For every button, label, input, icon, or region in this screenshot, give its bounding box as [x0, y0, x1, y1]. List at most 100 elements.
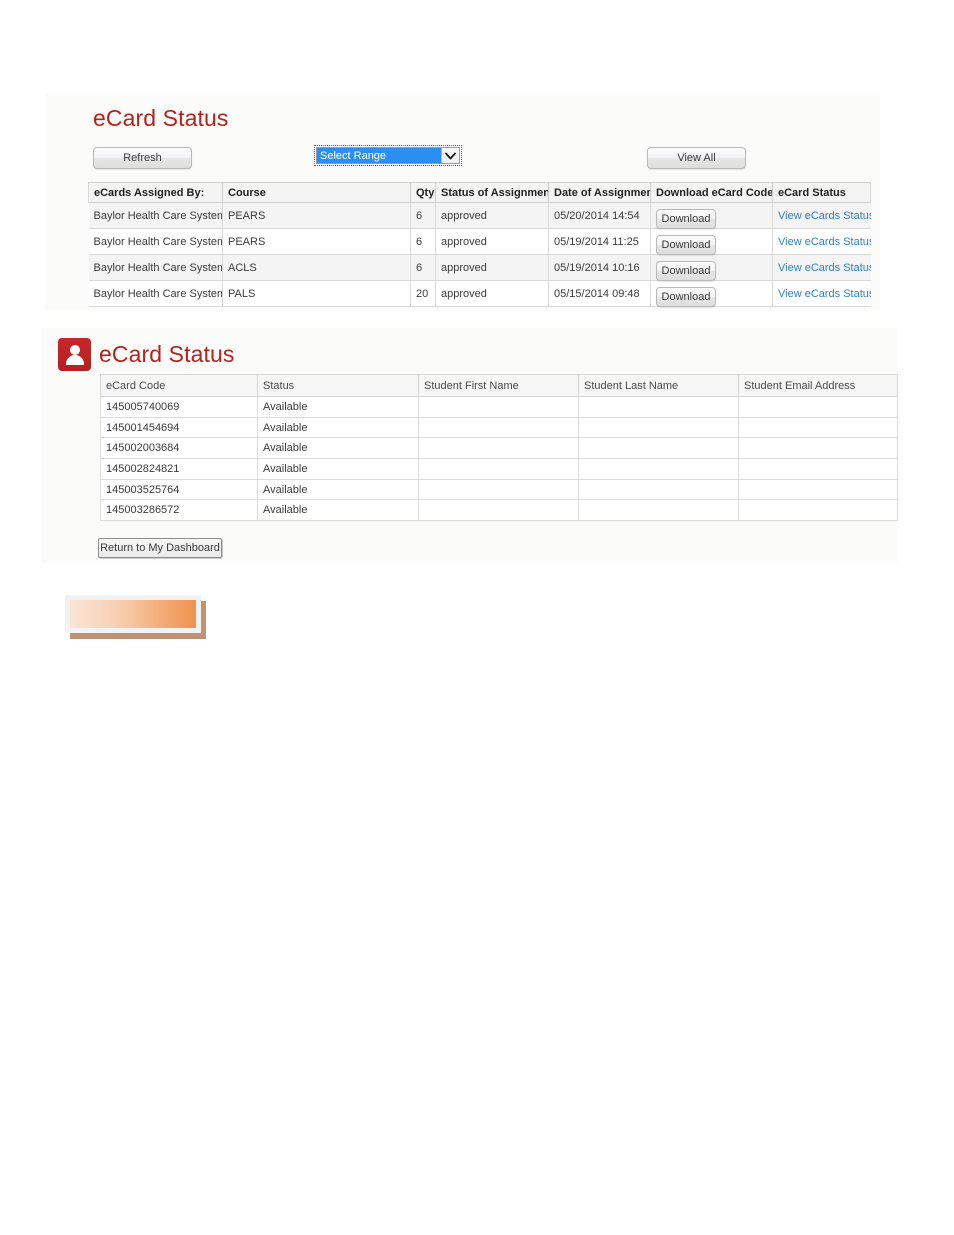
table-row: 145003525764 Available: [100, 478, 898, 501]
cell-last-name: [578, 478, 739, 501]
cell-status: approved: [435, 254, 549, 281]
cell-status: Available: [257, 416, 419, 439]
cell-status: approved: [435, 228, 549, 255]
refresh-button[interactable]: Refresh: [93, 147, 192, 169]
cell-assigned-by: Baylor Health Care System: [88, 228, 223, 255]
cell-download: Download: [650, 280, 773, 307]
column-header-qty: Qty: [410, 182, 436, 203]
cell-course: PALS: [222, 280, 411, 307]
cell-status: Available: [257, 458, 419, 480]
cell-email: [738, 437, 898, 460]
cell-ecard-code: 145002824821: [100, 458, 258, 480]
cell-status: Available: [257, 499, 419, 522]
table-row: Baylor Health Care System PEARS 6 approv…: [88, 228, 871, 255]
cell-assigned-by: Baylor Health Care System: [88, 254, 223, 281]
download-button[interactable]: Download: [656, 234, 716, 255]
cell-email: [738, 416, 898, 439]
column-header-download: Download eCard Codes: [650, 182, 773, 203]
table-row: 145002003684 Available: [100, 437, 898, 460]
cell-ecard-code: 145005740069: [100, 396, 258, 418]
cell-ecard-status: View eCards Status: [772, 202, 871, 229]
column-header-date: Date of Assignment: [548, 182, 651, 203]
column-header-assigned-by: eCards Assigned By:: [88, 182, 223, 203]
cell-last-name: [578, 458, 739, 480]
cell-course: ACLS: [222, 254, 411, 281]
cell-last-name: [578, 499, 739, 522]
cell-status: Available: [257, 478, 419, 501]
download-button[interactable]: Download: [656, 286, 716, 307]
view-ecards-status-link[interactable]: View eCards Status: [778, 236, 871, 248]
cell-status: approved: [435, 280, 549, 307]
cell-ecard-code: 145003525764: [100, 478, 258, 501]
cell-download: Download: [650, 202, 773, 229]
assignments-table: eCards Assigned By: Course Qty Status of…: [88, 182, 871, 307]
orange-bar-fill: [70, 600, 196, 628]
ecards-table: eCard Code Status Student First Name Stu…: [100, 374, 898, 522]
column-header-status: Status: [257, 374, 419, 397]
person-icon: [58, 338, 91, 371]
cell-qty: 20: [410, 280, 436, 307]
cell-assigned-by: Baylor Health Care System: [88, 202, 223, 229]
view-ecards-status-link[interactable]: View eCards Status: [778, 262, 871, 274]
cell-first-name: [418, 437, 579, 460]
download-button[interactable]: Download: [656, 260, 716, 281]
table-row: 145003286572 Available: [100, 499, 898, 522]
select-range-focus-ring: Select Range: [314, 145, 462, 166]
column-header-student-first-name: Student First Name: [418, 374, 579, 397]
table-row: Baylor Health Care System ACLS 6 approve…: [88, 254, 871, 281]
cell-first-name: [418, 458, 579, 480]
column-header-ecard-code: eCard Code: [100, 374, 258, 397]
download-button[interactable]: Download: [656, 208, 716, 229]
table-row: 145005740069 Available: [100, 396, 898, 418]
cell-first-name: [418, 416, 579, 439]
cell-last-name: [578, 396, 739, 418]
table-row: 145001454694 Available: [100, 416, 898, 439]
cell-ecard-status: View eCards Status: [772, 228, 871, 255]
cell-ecard-code: 145002003684: [100, 437, 258, 460]
column-header-status: Status of Assignment: [435, 182, 549, 203]
cell-first-name: [418, 478, 579, 501]
cell-qty: 6: [410, 254, 436, 281]
cell-download: Download: [650, 228, 773, 255]
cell-email: [738, 396, 898, 418]
cell-assigned-by: Baylor Health Care System: [88, 280, 223, 307]
cell-status: Available: [257, 437, 419, 460]
cell-course: PEARS: [222, 228, 411, 255]
cell-qty: 6: [410, 228, 436, 255]
cell-email: [738, 458, 898, 480]
page-title-top: eCard Status: [93, 105, 229, 131]
cell-qty: 6: [410, 202, 436, 229]
return-to-dashboard-button[interactable]: Return to My Dashboard: [98, 538, 222, 558]
cell-ecard-code: 145003286572: [100, 499, 258, 522]
chevron-down-icon[interactable]: [441, 148, 459, 163]
cell-ecard-code: 145001454694: [100, 416, 258, 439]
table-header-row: eCard Code Status Student First Name Stu…: [100, 374, 898, 397]
column-header-student-last-name: Student Last Name: [578, 374, 739, 397]
page-title-bottom-wrap: eCard Status: [58, 338, 234, 371]
view-all-button[interactable]: View All: [647, 147, 746, 169]
orange-bar-frame[interactable]: [65, 595, 201, 633]
table-row: 145002824821 Available: [100, 458, 898, 480]
select-range-dropdown[interactable]: Select Range: [316, 147, 460, 164]
cell-date: 05/19/2014 11:25: [548, 228, 651, 255]
view-ecards-status-link[interactable]: View eCards Status: [778, 288, 871, 300]
cell-email: [738, 478, 898, 501]
cell-last-name: [578, 437, 739, 460]
cell-status: Available: [257, 396, 419, 418]
column-header-student-email: Student Email Address: [738, 374, 898, 397]
page-title-bottom: eCard Status: [99, 341, 235, 367]
select-range-value: Select Range: [317, 148, 441, 163]
cell-first-name: [418, 499, 579, 522]
cell-first-name: [418, 396, 579, 418]
table-header-row: eCards Assigned By: Course Qty Status of…: [88, 182, 871, 203]
cell-last-name: [578, 416, 739, 439]
table-row: Baylor Health Care System PALS 20 approv…: [88, 280, 871, 307]
cell-ecard-status: View eCards Status: [772, 254, 871, 281]
cell-ecard-status: View eCards Status: [772, 280, 871, 307]
cell-date: 05/20/2014 14:54: [548, 202, 651, 229]
view-ecards-status-link[interactable]: View eCards Status: [778, 210, 871, 222]
cell-status: approved: [435, 202, 549, 229]
cell-date: 05/15/2014 09:48: [548, 280, 651, 307]
cell-course: PEARS: [222, 202, 411, 229]
column-header-ecard-status: eCard Status: [772, 182, 871, 203]
